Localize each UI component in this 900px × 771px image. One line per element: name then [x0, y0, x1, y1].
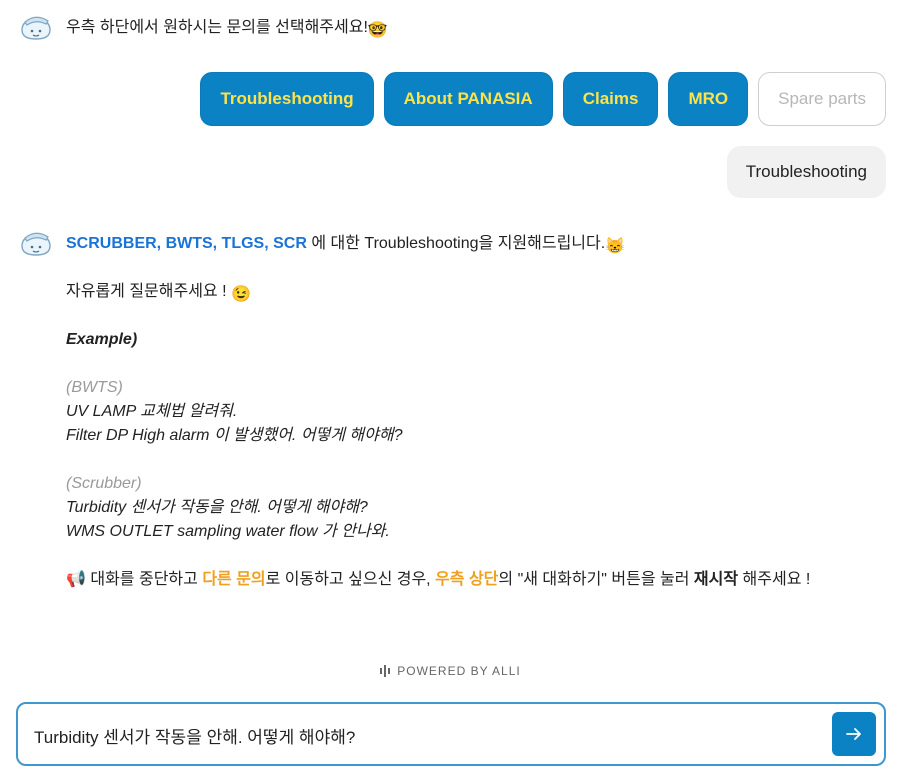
chat-input[interactable] [32, 704, 836, 766]
intro-rest-text: 에 대한 Troubleshooting을 지원해드립니다. [306, 235, 606, 252]
intro-message: 우측 하단에서 원하시는 문의를 선택해주세요!🤓 [66, 16, 388, 43]
intro-message-text: 우측 하단에서 원하시는 문의를 선택해주세요! [66, 19, 368, 36]
bot-reply-intro: SCRUBBER, BWTS, TLGS, SCR 에 대한 Troublesh… [66, 232, 810, 256]
megaphone-icon: 📢 [66, 571, 86, 588]
powered-by-footer: POWERED BY ALLI [0, 664, 900, 678]
troubleshooting-button[interactable]: Troubleshooting [200, 72, 374, 126]
scrubber-example-2: WMS OUTLET sampling water flow 가 안나와. [66, 523, 390, 540]
bot-reply-message: SCRUBBER, BWTS, TLGS, SCR 에 대한 Troublesh… [66, 232, 810, 592]
notice-text-2: 로 이동하고 싶으신 경우, [265, 571, 436, 588]
free-ask-text: 자유롭게 질문해주세요 ! [66, 283, 231, 300]
notice-bold-restart: 재시작 [693, 571, 739, 588]
topics-highlight: SCRUBBER, BWTS, TLGS, SCR [66, 235, 307, 252]
mro-button[interactable]: MRO [668, 72, 749, 126]
spare-parts-button: Spare parts [758, 72, 886, 126]
user-message-bubble: Troubleshooting [726, 146, 886, 198]
bot-avatar-icon [21, 16, 51, 40]
bot-avatar-icon [21, 232, 51, 256]
bwts-example-2: Filter DP High alarm 이 발생했어. 어떻게 해야해? [66, 427, 403, 444]
notice-text-1: 대화를 중단하고 [85, 571, 203, 588]
notice-text-3: 의 "새 대화하기" 버튼을 눌러 [498, 571, 694, 588]
bwts-tag: (BWTS) [66, 379, 123, 396]
powered-by-text: POWERED BY ALLI [397, 664, 521, 678]
cat-face-icon: 😸 [605, 238, 626, 255]
notice-highlight-top-right: 우측 상단 [435, 571, 499, 588]
about-panasia-button[interactable]: About PANASIA [383, 72, 553, 126]
claims-button[interactable]: Claims [562, 72, 659, 126]
scrubber-example-1: Turbidity 센서가 작동을 안해. 어떻게 해야해? [66, 499, 368, 516]
quick-reply-buttons: Troubleshooting About PANASIA Claims MRO… [200, 72, 886, 126]
free-ask-line: 자유롭게 질문해주세요 ! 😉 [66, 280, 810, 304]
send-button[interactable] [832, 712, 876, 756]
scrubber-tag: (Scrubber) [66, 475, 142, 492]
restart-notice: 📢 대화를 중단하고 다른 문의로 이동하고 싶으신 경우, 우측 상단의 "새… [66, 568, 810, 592]
bwts-example-1: UV LAMP 교체법 알려줘. [66, 403, 238, 420]
wink-face-icon: 😉 [230, 286, 251, 303]
nerd-face-icon: 🤓 [367, 22, 388, 39]
notice-text-4: 해주세요 ! [738, 571, 811, 588]
example-title: Example) [66, 331, 138, 348]
notice-highlight-other: 다른 문의 [202, 571, 266, 588]
arrow-right-icon [846, 728, 861, 740]
chat-input-container [16, 702, 886, 766]
alli-logo-icon [380, 665, 391, 677]
